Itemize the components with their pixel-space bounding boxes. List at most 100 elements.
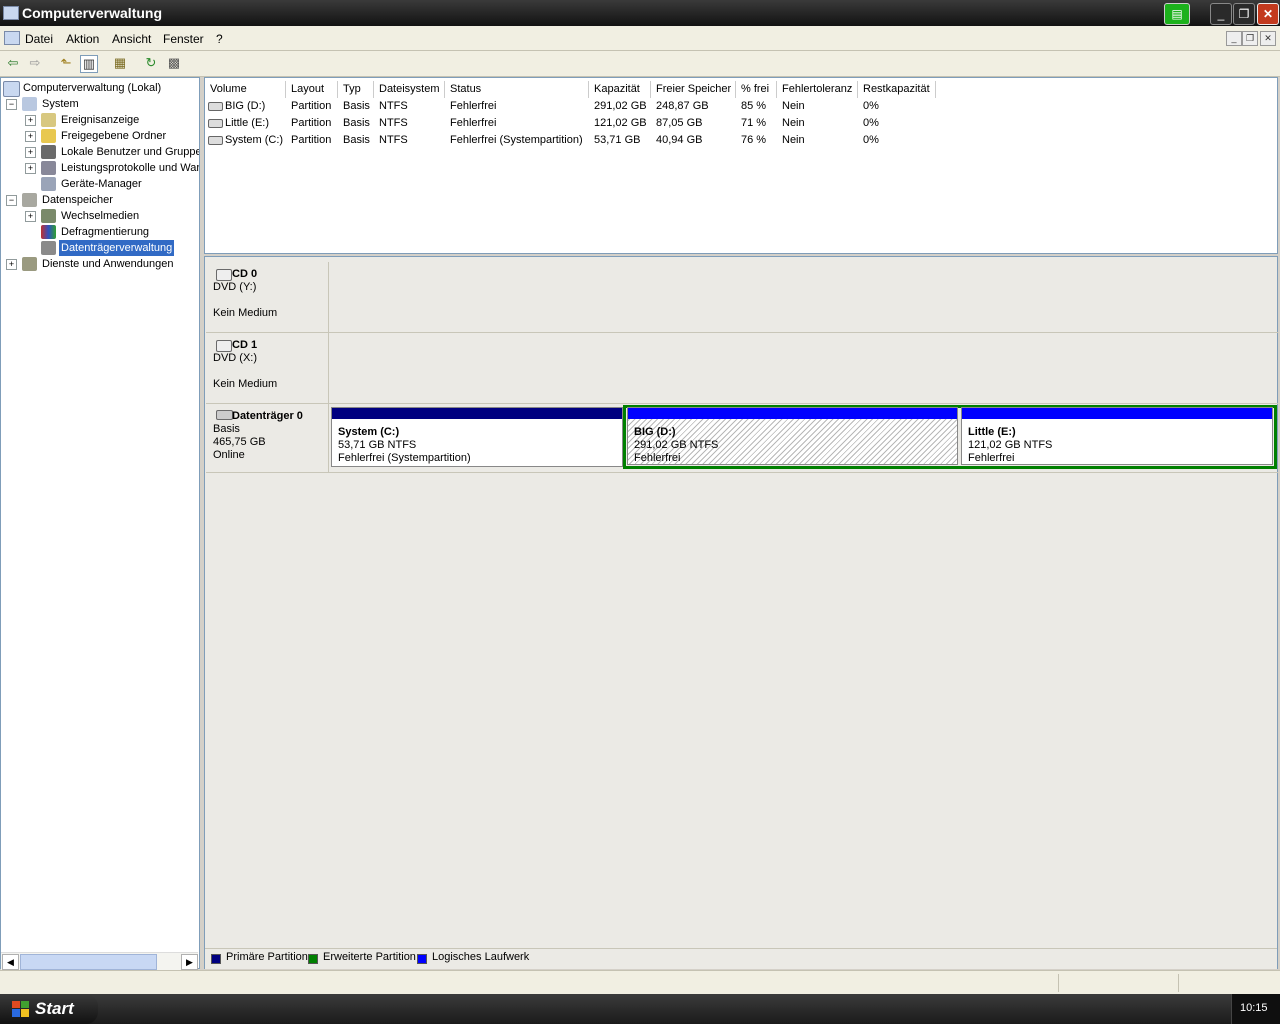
menu-help[interactable]: ?: [216, 32, 223, 46]
column-header-freier-speicher[interactable]: Freier Speicher: [651, 81, 736, 98]
table-row[interactable]: BIG (D:) Partition Basis NTFS Fehlerfrei…: [207, 98, 1277, 114]
collapse-icon[interactable]: −: [6, 195, 17, 206]
mdi-document-icon[interactable]: [4, 31, 20, 45]
expand-icon[interactable]: +: [25, 163, 36, 174]
menu-datei[interactable]: Datei: [25, 32, 53, 46]
forward-arrow-icon[interactable]: ⇨: [27, 55, 43, 71]
event-viewer-icon: [41, 113, 56, 127]
console-tree: Computerverwaltung (Lokal) − System + Er…: [0, 77, 200, 969]
cell-typ: Basis: [343, 134, 370, 146]
column-header-dateisystem[interactable]: Dateisystem: [374, 81, 445, 98]
minimize-button[interactable]: _: [1210, 3, 1232, 25]
maximize-button[interactable]: ❐: [1233, 3, 1255, 25]
legend-swatch-primary: [211, 954, 221, 964]
partition-status: Fehlerfrei: [634, 452, 681, 464]
menu-aktion[interactable]: Aktion: [66, 32, 99, 46]
legend-label-extended: Erweiterte Partition: [323, 951, 416, 963]
disk-label-cd0[interactable]: CD 0 DVD (Y:) Kein Medium: [206, 262, 329, 332]
cell-status: Fehlerfrei: [450, 100, 497, 112]
disk-type: Basis: [213, 423, 240, 435]
cell-restkapazitaet: 0%: [863, 100, 879, 112]
expand-icon[interactable]: +: [6, 259, 17, 270]
menu-fenster[interactable]: Fenster: [163, 32, 204, 46]
tree-label: System: [42, 98, 79, 110]
cell-dateisystem: NTFS: [379, 100, 408, 112]
cell-layout: Partition: [291, 117, 332, 129]
expand-icon[interactable]: +: [25, 115, 36, 126]
tree-label: Datenspeicher: [42, 194, 113, 206]
disk-type: DVD (Y:): [213, 281, 257, 293]
printer-icon[interactable]: ▤: [1164, 3, 1190, 25]
cell-kapazitaet: 291,02 GB: [594, 100, 647, 112]
properties-icon[interactable]: ▦: [112, 55, 128, 71]
cell-prozent-frei: 71 %: [741, 117, 767, 129]
expand-icon[interactable]: +: [25, 131, 36, 142]
partition-size: 291,02 GB NTFS: [634, 439, 719, 451]
column-header-restkapazitaet[interactable]: Restkapazität: [858, 81, 936, 98]
cell-prozent-frei: 85 %: [741, 100, 767, 112]
removable-storage-icon: [41, 209, 56, 223]
cell-restkapazitaet: 0%: [863, 134, 879, 146]
disk-management-icon: [41, 241, 56, 255]
scroll-left-icon[interactable]: ◀: [2, 954, 19, 970]
computer-icon: [3, 81, 20, 97]
cell-freier-speicher: 40,94 GB: [656, 134, 703, 146]
mdi-minimize-button[interactable]: _: [1226, 31, 1242, 46]
table-row[interactable]: Little (E:) Partition Basis NTFS Fehlerf…: [207, 115, 1277, 131]
tree-horizontal-scrollbar[interactable]: ◀ ▶: [1, 952, 198, 970]
column-header-layout[interactable]: Layout: [286, 81, 338, 98]
partition-big-d[interactable]: BIG (D:) 291,02 GB NTFS Fehlerfrei: [627, 407, 958, 465]
legend-label-primary: Primäre Partition: [226, 951, 308, 963]
back-arrow-icon[interactable]: ⇦: [5, 55, 21, 71]
cell-fehlertoleranz: Nein: [782, 134, 805, 146]
partition-status: Fehlerfrei (Systempartition): [338, 452, 471, 464]
toolbar: ⇦ ⇨ ⬑ ▥ ▦ ↻ ▩: [0, 51, 1280, 77]
disk-label-disk0[interactable]: Datenträger 0 Basis 465,75 GB Online: [206, 404, 329, 472]
disk-row-disk0[interactable]: Datenträger 0 Basis 465,75 GB Online Sys…: [206, 404, 1278, 473]
tree-label: Datenträgerverwaltung: [57, 239, 176, 257]
tree-label: Defragmentierung: [61, 226, 150, 238]
close-button[interactable]: ✕: [1257, 3, 1279, 25]
legend: Primäre Partition Erweiterte Partition L…: [205, 948, 1277, 969]
menu-bar: Datei Aktion Ansicht Fenster ? _ ❐ ✕: [0, 26, 1280, 51]
column-header-prozent-frei[interactable]: % frei: [736, 81, 777, 98]
column-header-kapazitaet[interactable]: Kapazität: [589, 81, 651, 98]
status-segment: [1058, 974, 1179, 992]
scroll-right-icon[interactable]: ▶: [181, 954, 198, 970]
refresh-icon[interactable]: ↻: [143, 55, 159, 71]
disk-type: DVD (X:): [213, 352, 257, 364]
cell-prozent-frei: 76 %: [741, 134, 767, 146]
logical-drive-bar: [962, 408, 1272, 419]
column-header-status[interactable]: Status: [445, 81, 589, 98]
legend-swatch-logical: [417, 954, 427, 964]
disk-row-cd1[interactable]: CD 1 DVD (X:) Kein Medium: [206, 333, 1278, 404]
cell-restkapazitaet: 0%: [863, 117, 879, 129]
volume-list: Volume Layout Typ Dateisystem Status Kap…: [204, 77, 1278, 254]
column-header-volume[interactable]: Volume: [205, 81, 286, 98]
services-icon: [22, 257, 37, 271]
mdi-close-button[interactable]: ✕: [1260, 31, 1276, 46]
partition-little-e[interactable]: Little (E:) 121,02 GB NTFS Fehlerfrei: [961, 407, 1273, 465]
scrollbar-thumb[interactable]: [20, 954, 157, 970]
cell-typ: Basis: [343, 117, 370, 129]
start-button[interactable]: Start: [0, 994, 98, 1024]
mdi-restore-button[interactable]: ❐: [1242, 31, 1258, 46]
up-folder-icon[interactable]: ⬑: [58, 55, 74, 71]
cell-freier-speicher: 87,05 GB: [656, 117, 703, 129]
table-row[interactable]: System (C:) Partition Basis NTFS Fehlerf…: [207, 132, 1277, 148]
partition-system-c[interactable]: System (C:) 53,71 GB NTFS Fehlerfrei (Sy…: [331, 407, 623, 467]
disk-row-cd0[interactable]: CD 0 DVD (Y:) Kein Medium: [206, 262, 1278, 333]
menu-ansicht[interactable]: Ansicht: [112, 32, 151, 46]
show-tree-icon[interactable]: ▥: [80, 55, 98, 73]
clock[interactable]: 10:15: [1240, 1002, 1268, 1014]
settings-icon[interactable]: ▩: [166, 55, 182, 71]
window-title: Computerverwaltung: [22, 5, 163, 21]
collapse-icon[interactable]: −: [6, 99, 17, 110]
disk-label-cd1[interactable]: CD 1 DVD (X:) Kein Medium: [206, 333, 329, 403]
tree-label: Wechselmedien: [61, 210, 140, 222]
column-header-typ[interactable]: Typ: [338, 81, 374, 98]
cell-dateisystem: NTFS: [379, 134, 408, 146]
column-header-fehlertoleranz[interactable]: Fehlertoleranz: [777, 81, 858, 98]
expand-icon[interactable]: +: [25, 211, 36, 222]
expand-icon[interactable]: +: [25, 147, 36, 158]
